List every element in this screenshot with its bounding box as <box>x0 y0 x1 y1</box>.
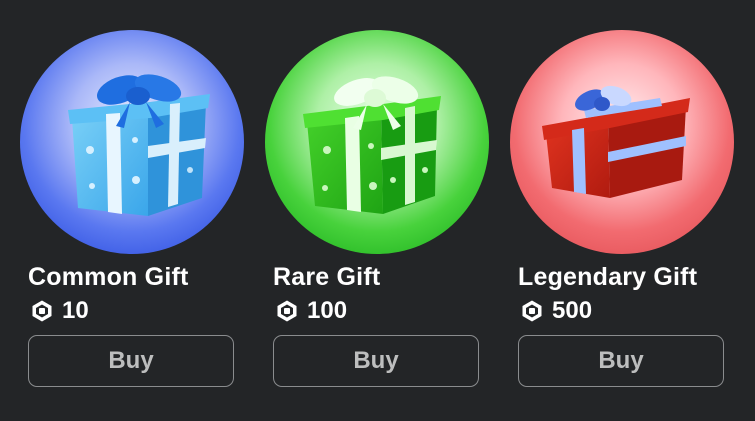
common-gift-box-image <box>20 30 244 254</box>
price-row: 100 <box>275 296 347 326</box>
buy-button[interactable]: Buy <box>518 335 724 387</box>
price-row: 500 <box>520 296 592 326</box>
buy-button[interactable]: Buy <box>273 335 479 387</box>
item-card-rare-gift[interactable]: Rare Gift 100 Buy <box>265 0 489 421</box>
item-name[interactable]: Rare Gift <box>273 263 380 292</box>
item-thumbnail[interactable] <box>510 30 734 254</box>
robux-icon <box>520 299 544 323</box>
item-thumbnail[interactable] <box>265 30 489 254</box>
rare-gift-box-image <box>265 30 489 254</box>
item-card-common-gift[interactable]: Common Gift 10 Buy <box>20 0 244 421</box>
item-thumbnail[interactable] <box>20 30 244 254</box>
item-card-legendary-gift[interactable]: Legendary Gift 500 Buy <box>510 0 734 421</box>
robux-icon <box>30 299 54 323</box>
item-name[interactable]: Common Gift <box>28 263 189 292</box>
item-price: 10 <box>62 297 89 324</box>
item-price: 500 <box>552 297 593 324</box>
robux-icon <box>275 299 299 323</box>
price-row: 10 <box>30 296 89 326</box>
gift-catalog-grid: Common Gift 10 Buy Rare Gift 100 Buy Leg… <box>0 0 755 421</box>
item-name[interactable]: Legendary Gift <box>518 263 697 292</box>
item-price: 100 <box>307 297 348 324</box>
legendary-gift-box-image <box>510 30 734 254</box>
buy-button[interactable]: Buy <box>28 335 234 387</box>
